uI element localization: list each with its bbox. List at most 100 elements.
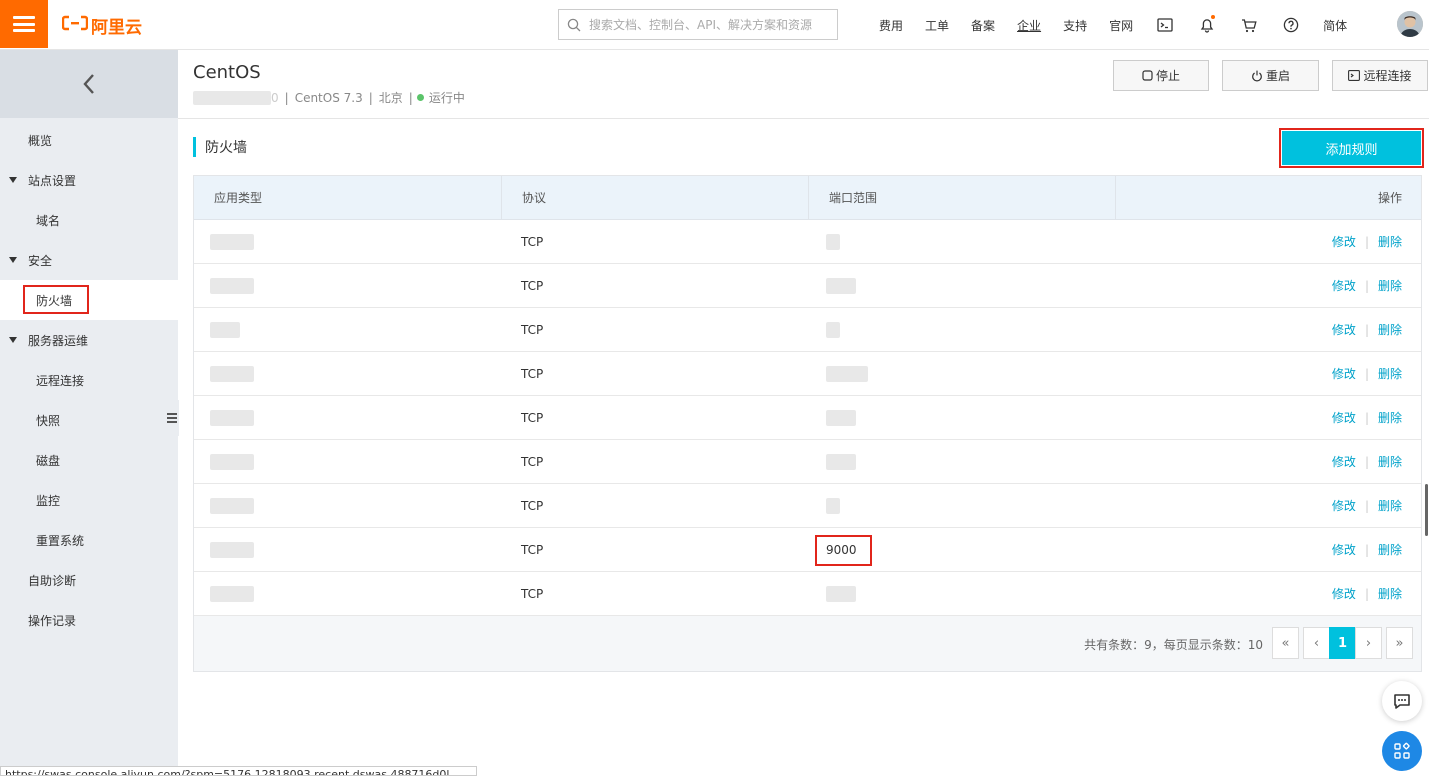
redacted-port xyxy=(826,585,856,602)
nav-official-site[interactable]: 官网 xyxy=(1109,17,1133,34)
remote-connect-label: 远程连接 xyxy=(1363,69,1412,83)
language-switch[interactable]: 简体 xyxy=(1323,17,1347,34)
table-row: TCP 修改 | 删除 xyxy=(194,440,1421,484)
nav-support[interactable]: 支持 xyxy=(1063,17,1087,34)
cell-protocol: TCP xyxy=(521,542,544,557)
apps-button[interactable] xyxy=(1382,731,1422,771)
back-button[interactable] xyxy=(0,50,178,118)
nav-icp[interactable]: 备案 xyxy=(971,17,995,34)
delete-link[interactable]: 删除 xyxy=(1378,497,1402,514)
search-icon xyxy=(567,18,581,31)
stop-button[interactable]: 停止 xyxy=(1113,60,1209,91)
add-rule-button[interactable]: 添加规则 xyxy=(1282,131,1421,165)
delete-link[interactable]: 删除 xyxy=(1378,585,1402,602)
delete-link[interactable]: 删除 xyxy=(1378,365,1402,382)
sidebar-item-overview[interactable]: 概览 xyxy=(0,120,178,160)
page-last-button[interactable]: » xyxy=(1386,627,1413,659)
page-number-button[interactable]: 1 xyxy=(1329,627,1356,659)
nav-billing[interactable]: 费用 xyxy=(879,17,903,34)
remote-connect-button[interactable]: 远程连接 xyxy=(1332,60,1428,91)
redacted-port xyxy=(826,277,856,294)
edit-link[interactable]: 修改 xyxy=(1332,233,1356,250)
cell-actions: 修改 | 删除 xyxy=(1332,220,1402,263)
delete-link[interactable]: 删除 xyxy=(1378,321,1402,338)
sidebar-item-domain[interactable]: 域名 xyxy=(0,200,178,240)
help-icon[interactable] xyxy=(1281,15,1301,35)
action-separator: | xyxy=(1364,234,1369,249)
cell-port-range xyxy=(826,484,840,527)
nav-enterprise[interactable]: 企业 xyxy=(1017,17,1041,34)
delete-link[interactable]: 删除 xyxy=(1378,409,1402,426)
delete-link[interactable]: 删除 xyxy=(1378,277,1402,294)
chat-button[interactable] xyxy=(1382,681,1422,721)
region: 北京 xyxy=(378,91,403,105)
cell-protocol: TCP xyxy=(521,454,544,469)
sidebar-item-reset-system[interactable]: 重置系统 xyxy=(0,520,178,560)
cell-actions: 修改 | 删除 xyxy=(1332,484,1402,527)
redacted-port xyxy=(826,233,840,250)
table-row: TCP 修改 | 删除 xyxy=(194,264,1421,308)
edit-link[interactable]: 修改 xyxy=(1332,365,1356,382)
restart-button[interactable]: 重启 xyxy=(1222,60,1319,91)
edit-link[interactable]: 修改 xyxy=(1332,409,1356,426)
edit-link[interactable]: 修改 xyxy=(1332,321,1356,338)
delete-link[interactable]: 删除 xyxy=(1378,541,1402,558)
page-first-button[interactable]: « xyxy=(1272,627,1299,659)
avatar[interactable] xyxy=(1397,11,1423,37)
sidebar-item-remote-connect[interactable]: 远程连接 xyxy=(0,360,178,400)
edit-link[interactable]: 修改 xyxy=(1332,277,1356,294)
page-prev-button[interactable]: ‹ xyxy=(1303,627,1330,659)
cell-port-range xyxy=(826,308,840,351)
instance-subinfo: 0 | CentOS 7.3 | 北京 | 运行中 xyxy=(193,89,465,106)
cell-app-type xyxy=(210,352,254,395)
aliyun-logo[interactable]: 阿里云 xyxy=(61,13,142,38)
terminal-icon[interactable] xyxy=(1155,15,1175,35)
cell-protocol: TCP xyxy=(521,498,544,513)
sidebar-item-label: 操作记录 xyxy=(28,613,77,628)
cell-port-range xyxy=(826,352,868,395)
apps-icon xyxy=(1394,742,1410,759)
bell-icon[interactable] xyxy=(1197,15,1217,35)
sidebar-item-snapshot[interactable]: 快照 xyxy=(0,400,178,440)
os-version: CentOS 7.3 xyxy=(294,90,363,105)
nav-tickets[interactable]: 工单 xyxy=(925,17,949,34)
stop-label: 停止 xyxy=(1155,69,1180,83)
menu-button[interactable] xyxy=(0,0,48,48)
cell-app-type xyxy=(210,572,254,615)
page-title: CentOS xyxy=(193,62,261,83)
redacted-app-type xyxy=(210,585,254,602)
page-next-button[interactable]: › xyxy=(1355,627,1382,659)
search-input[interactable] xyxy=(589,17,829,32)
cell-protocol: TCP xyxy=(521,278,544,293)
edit-link[interactable]: 修改 xyxy=(1332,585,1356,602)
sidebar-item-server-ops[interactable]: 服务器运维 xyxy=(0,320,178,360)
edit-link[interactable]: 修改 xyxy=(1332,453,1356,470)
edit-link[interactable]: 修改 xyxy=(1332,541,1356,558)
edit-link[interactable]: 修改 xyxy=(1332,497,1356,514)
caret-down-icon xyxy=(9,257,17,263)
table-header: 应用类型 协议 端口范围 操作 xyxy=(194,176,1421,220)
cell-port-range xyxy=(826,572,856,615)
delete-link[interactable]: 删除 xyxy=(1378,233,1402,250)
sidebar-item-label: 站点设置 xyxy=(28,173,77,188)
sidebar-item-monitor[interactable]: 监控 xyxy=(0,480,178,520)
cell-actions: 修改 | 删除 xyxy=(1332,264,1402,307)
delete-link[interactable]: 删除 xyxy=(1378,453,1402,470)
scrollbar-thumb[interactable] xyxy=(1425,484,1428,536)
redacted-app-type xyxy=(210,497,254,514)
sidebar-item-operation-log[interactable]: 操作记录 xyxy=(0,600,178,640)
action-separator: | xyxy=(1364,278,1369,293)
sidebar-item-disk[interactable]: 磁盘 xyxy=(0,440,178,480)
menu-icon xyxy=(13,16,35,32)
sidebar-item-self-diagnosis[interactable]: 自助诊断 xyxy=(0,560,178,600)
table-footer: 共有条数：9，每页显示条数：10 « ‹ 1 › » xyxy=(194,616,1421,671)
cart-icon[interactable] xyxy=(1239,15,1259,35)
cell-actions: 修改 | 删除 xyxy=(1332,352,1402,395)
action-separator: | xyxy=(1364,410,1369,425)
sidebar-collapse-handle[interactable] xyxy=(165,400,179,436)
sidebar-item-site-settings[interactable]: 站点设置 xyxy=(0,160,178,200)
sidebar-item-security[interactable]: 安全 xyxy=(0,240,178,280)
chat-icon xyxy=(1394,693,1410,709)
global-search[interactable] xyxy=(558,9,838,40)
sidebar-item-label: 安全 xyxy=(28,253,53,268)
